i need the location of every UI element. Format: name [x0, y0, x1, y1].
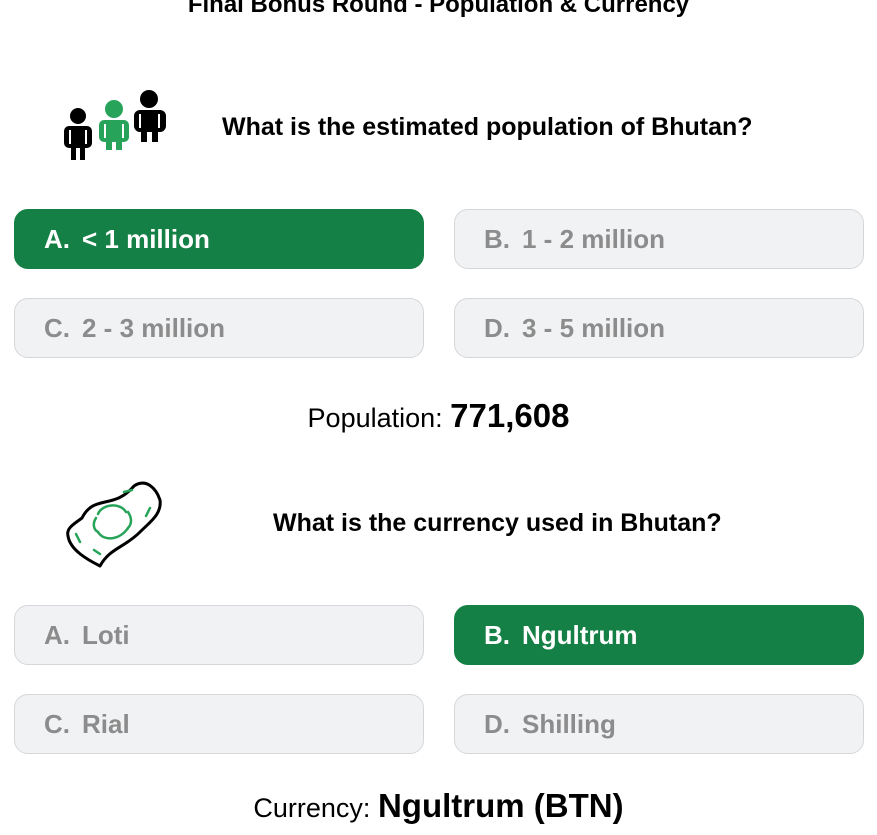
option-letter: A.: [44, 620, 70, 650]
page-title: Final Bonus Round - Population & Currenc…: [187, 0, 690, 18]
people-icon: [60, 88, 168, 162]
option-letter: A.: [44, 224, 70, 254]
option-letter: D.: [484, 709, 510, 739]
option-label: Loti: [82, 620, 130, 650]
option-d-button[interactable]: D. Shilling: [454, 694, 864, 754]
option-letter: C.: [44, 709, 70, 739]
answer-value: Ngultrum (BTN): [377, 787, 624, 824]
option-label: Rial: [82, 709, 130, 739]
answer-label: Currency:: [253, 793, 378, 823]
option-label: Ngultrum: [522, 620, 638, 650]
option-c-button[interactable]: C. 2 - 3 million: [14, 298, 424, 358]
option-letter: D.: [484, 313, 510, 343]
option-label: 1 - 2 million: [522, 224, 666, 254]
question-text: What is the currency used in Bhutan?: [273, 509, 722, 537]
option-c-button[interactable]: C. Rial: [14, 694, 424, 754]
option-label: Shilling: [522, 709, 616, 739]
option-b-button[interactable]: B. Ngultrum: [454, 605, 864, 665]
banknote-icon: [62, 470, 164, 574]
option-a-button[interactable]: A. Loti: [14, 605, 424, 665]
answer-label: Population:: [307, 403, 451, 433]
option-label: 3 - 5 million: [522, 313, 666, 343]
option-b-button[interactable]: B. 1 - 2 million: [454, 209, 864, 269]
option-letter: B.: [484, 620, 510, 650]
question-text: What is the estimated population of Bhut…: [222, 113, 753, 141]
answer-value: 771,608: [450, 397, 570, 434]
option-label: 2 - 3 million: [82, 313, 226, 343]
option-letter: C.: [44, 313, 70, 343]
population-answer: Population: 771,608: [0, 394, 877, 445]
option-d-button[interactable]: D. 3 - 5 million: [454, 298, 864, 358]
option-letter: B.: [484, 224, 510, 254]
option-label: < 1 million: [82, 224, 210, 254]
currency-answer: Currency: Ngultrum (BTN): [0, 784, 877, 835]
option-a-button[interactable]: A. < 1 million: [14, 209, 424, 269]
